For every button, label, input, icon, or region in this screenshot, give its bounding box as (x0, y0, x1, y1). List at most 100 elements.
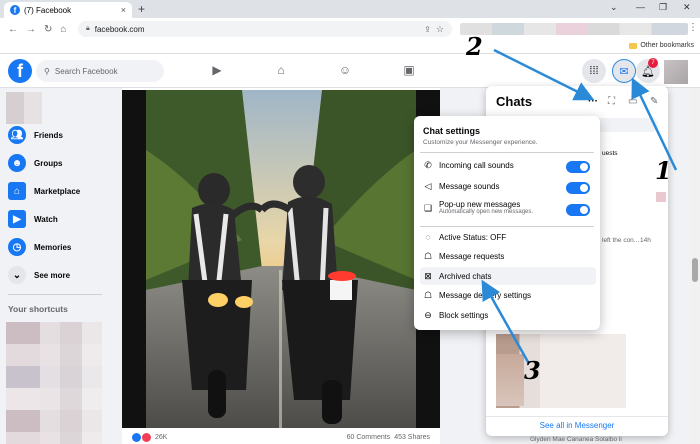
page-scrollbar[interactable] (690, 88, 700, 444)
sidebar-item-label: See more (34, 270, 71, 280)
menu-item-label: Active Status: OFF (439, 232, 507, 242)
chats-title: Chats (496, 94, 533, 109)
active-status-icon: ◌ (425, 232, 431, 242)
profile-thumbnail[interactable] (6, 92, 42, 124)
incoming-call-sounds-item[interactable]: ✆ Incoming call sounds (420, 160, 596, 173)
browser-menu-icon[interactable]: ⋮ (688, 22, 698, 33)
speaker-icon: ◁ (424, 181, 432, 191)
chats-options-button[interactable]: ··· (588, 96, 598, 107)
notification-badge: 7 (648, 58, 658, 68)
chat-contact-name[interactable]: Glyden Mae Cananea Sotalbo li (530, 436, 622, 443)
tab-title: (7) Facebook (24, 5, 72, 15)
chat-settings-subtitle: Customize your Messenger experience. (423, 139, 538, 146)
video-room-icon[interactable]: ▭ (628, 96, 637, 107)
menu-divider (420, 152, 594, 153)
friends-icon: 👥︎ (8, 126, 26, 144)
facebook-favicon-icon: f (10, 5, 20, 15)
see-all-in-messenger-link[interactable]: See all in Messenger (486, 416, 668, 430)
profile-avatar[interactable] (664, 60, 688, 84)
post-photo[interactable] (122, 90, 440, 428)
facebook-logo[interactable]: f (8, 59, 32, 83)
incoming-call-sounds-toggle[interactable] (566, 161, 590, 173)
extension-icons (460, 23, 688, 35)
new-message-icon[interactable]: ✎ (650, 96, 658, 107)
menu-divider (420, 226, 594, 227)
menu-item-label: Block settings (439, 310, 489, 320)
back-icon[interactable]: ← (8, 24, 18, 35)
bookmarks-bar: Other bookmarks (0, 40, 700, 54)
scrollbar-thumb[interactable] (692, 258, 698, 282)
shortcuts-heading: Your shortcuts (8, 304, 68, 314)
motorcycle-photo-illustration (146, 90, 416, 428)
share-icon[interactable]: ⇪ (424, 25, 431, 34)
menu-grid-button[interactable]: ⁞⁞⁞ (582, 59, 606, 83)
sidebar-divider (8, 294, 102, 295)
home-icon[interactable]: ⌂ (60, 24, 66, 35)
sidebar-item-watch[interactable]: ▶ Watch (8, 210, 58, 228)
message-sounds-toggle[interactable] (566, 182, 590, 194)
popup-new-messages-toggle[interactable] (566, 204, 590, 216)
other-bookmarks-label: Other bookmarks (640, 42, 694, 49)
chat-avatar-blur (496, 354, 524, 406)
menu-item-label: Message requests (439, 251, 505, 261)
step-number-1: 1 (655, 156, 672, 185)
share-count[interactable]: 453 Shares (394, 434, 430, 441)
sidebar-see-more[interactable]: ⌄ See more (8, 266, 70, 284)
other-bookmarks[interactable]: Other bookmarks (629, 42, 694, 49)
message-requests-fragment[interactable]: uests (602, 150, 618, 157)
forward-icon[interactable]: → (26, 24, 36, 35)
like-reaction-icon (132, 432, 141, 442)
menu-item-label: Message sounds (439, 181, 500, 191)
left-sidebar: 👥︎ Friends ☻ Groups ⌂ Marketplace ▶ Watc… (0, 88, 108, 444)
chat-settings-menu: Chat settings Customize your Messenger e… (414, 116, 600, 330)
message-requests-item[interactable]: ☖ Message requests (420, 251, 596, 261)
tab-close-icon[interactable]: × (121, 5, 126, 15)
marketplace-nav-icon[interactable]: ⌂ (274, 63, 288, 77)
sidebar-item-memories[interactable]: ◷ Memories (8, 238, 71, 256)
memories-icon: ◷ (8, 238, 26, 256)
search-placeholder: Search Facebook (54, 66, 118, 76)
archived-chats-item[interactable]: ⊠ Archived chats (420, 267, 596, 285)
menu-item-label: Message delivery settings (439, 290, 532, 300)
groups-nav-icon[interactable]: ☺ (338, 63, 352, 77)
facebook-header: f ⚲ Search Facebook ▶ ⌂ ☺ ▣ ⁞⁞⁞ ✉ 🔔︎ (0, 54, 700, 88)
gaming-nav-icon[interactable]: ▣ (402, 63, 416, 77)
chat-preview-time: 14h (640, 237, 651, 244)
post-stats-bar: 26K 60 Comments 453 Shares (122, 430, 440, 444)
comment-count[interactable]: 60 Comments (347, 434, 391, 441)
reload-icon[interactable]: ↻ (44, 24, 52, 35)
folder-icon (629, 42, 638, 49)
maximize-button[interactable]: ❐ (659, 2, 667, 13)
sidebar-item-marketplace[interactable]: ⌂ Marketplace (8, 182, 80, 200)
phone-icon: ✆ (424, 160, 432, 170)
video-nav-icon[interactable]: ▶ (210, 63, 224, 77)
messenger-button[interactable]: ✉ (612, 59, 636, 83)
close-window-button[interactable]: ✕ (683, 2, 691, 13)
star-icon[interactable]: ☆ (436, 24, 444, 35)
chat-settings-title: Chat settings (423, 126, 481, 136)
search-input[interactable]: ⚲ Search Facebook (36, 60, 164, 82)
active-status-item[interactable]: ◌ Active Status: OFF (420, 232, 596, 242)
message-sounds-item[interactable]: ◁ Message sounds (420, 181, 596, 194)
reaction-count[interactable]: 26K (155, 434, 167, 441)
popup-new-messages-item[interactable]: ❏ Pop-up new messages Automatically open… (420, 200, 596, 216)
message-delivery-settings-item[interactable]: ☖ Message delivery settings (420, 290, 596, 300)
archive-icon: ⊠ (424, 271, 432, 281)
chat-preview-text[interactable]: left the con... (602, 237, 639, 244)
address-bar[interactable]: 🔒︎ facebook.com ⇪ ☆ (78, 21, 452, 37)
tab-search-icon[interactable]: ⌄ (610, 2, 618, 13)
new-tab-button[interactable]: + (138, 2, 145, 16)
sidebar-item-label: Marketplace (34, 186, 81, 196)
sidebar-item-friends[interactable]: 👥︎ Friends (8, 126, 63, 144)
block-settings-item[interactable]: ⊖ Block settings (420, 310, 596, 320)
delivery-icon: ☖ (423, 290, 433, 300)
sidebar-item-groups[interactable]: ☻ Groups (8, 154, 62, 172)
sidebar-item-label: Friends (34, 130, 63, 140)
expand-icon[interactable]: ⛶ (608, 96, 615, 107)
browser-tab[interactable]: f (7) Facebook × (4, 2, 132, 18)
minimize-button[interactable]: — (636, 2, 645, 12)
love-reaction-icon (142, 432, 151, 442)
lock-icon: 🔒︎ (86, 25, 90, 32)
marketplace-icon: ⌂ (8, 182, 26, 200)
sidebar-item-label: Groups (34, 158, 63, 168)
